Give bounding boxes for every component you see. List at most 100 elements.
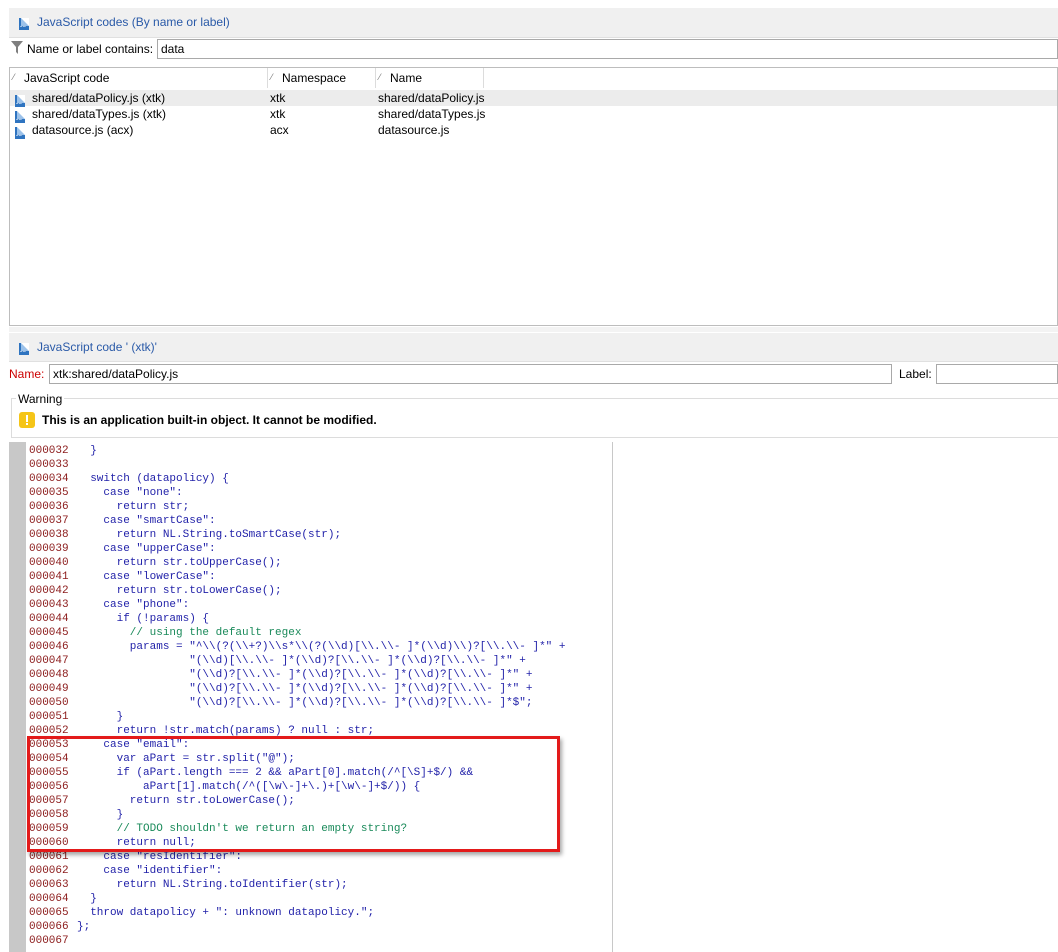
line-number: 000050: [29, 697, 69, 709]
code-line: 000048 "(\\d)?[\\.\\- ]*(\\d)?[\\.\\- ]*…: [29, 668, 532, 682]
cell-namespace: xtk: [270, 107, 286, 121]
code-line: 000066};: [29, 920, 90, 934]
code-line: 000064 }: [29, 892, 97, 906]
cell-code: shared/dataTypes.js (xtk): [32, 107, 167, 121]
code-line: 000063 return NL.String.toIdentifier(str…: [29, 878, 348, 892]
cell-name: shared/dataPolicy.js: [378, 91, 485, 105]
line-number: 000047: [29, 655, 69, 667]
sort-icon: ⁄: [271, 72, 273, 82]
cell-namespace: acx: [270, 123, 289, 137]
code-text: "(\\d)?[\\.\\- ]*(\\d)?[\\.\\- ]*(\\d)?[…: [77, 669, 533, 681]
code-line: 000034 switch (datapolicy) {: [29, 472, 229, 486]
code-line: 000042 return str.toLowerCase();: [29, 584, 282, 598]
line-number: 000067: [29, 935, 69, 947]
code-text: "(\\d)?[\\.\\- ]*(\\d)?[\\.\\- ]*(\\d)?[…: [77, 697, 533, 709]
code-text: case "lowerCase":: [77, 571, 216, 583]
results-grid: ⁄ JavaScript code ⁄ Namespace ⁄ Name JS …: [9, 67, 1058, 326]
code-line: 000040 return str.toUpperCase();: [29, 556, 282, 570]
code-text: }: [77, 445, 97, 457]
line-number: 000033: [29, 459, 69, 471]
line-number: 000039: [29, 543, 69, 555]
cell-name: shared/dataTypes.js: [378, 107, 486, 121]
line-number: 000065: [29, 907, 69, 919]
line-number: 000051: [29, 711, 69, 723]
grid-header: ⁄ JavaScript code ⁄ Namespace ⁄ Name: [10, 68, 1057, 91]
code-text: "(\\d)[\\.\\- ]*(\\d)?[\\.\\- ]*(\\d)?[\…: [77, 655, 526, 667]
code-text: if (!params) {: [77, 613, 210, 625]
code-line: 000047 "(\\d)[\\.\\- ]*(\\d)?[\\.\\- ]*(…: [29, 654, 526, 668]
code-line: 000037 case "smartCase":: [29, 514, 216, 528]
label-label: Label:: [899, 367, 932, 381]
line-number: 000063: [29, 879, 69, 891]
code-line: 000032 }: [29, 444, 97, 458]
table-row[interactable]: JS shared/dataPolicy.js (xtk) xtk shared…: [10, 90, 1057, 107]
line-number: 000048: [29, 669, 69, 681]
code-line: 000049 "(\\d)?[\\.\\- ]*(\\d)?[\\.\\- ]*…: [29, 682, 532, 696]
highlight-box: [27, 736, 560, 852]
filter-label: Name or label contains:: [27, 42, 154, 56]
js-file-icon: JS: [19, 17, 29, 30]
table-row[interactable]: JS datasource.js (acx) acx datasource.js: [10, 122, 1057, 139]
line-number: 000036: [29, 501, 69, 513]
code-text: return str.toLowerCase();: [77, 585, 282, 597]
column-header-javascript-code[interactable]: ⁄ JavaScript code: [10, 68, 268, 88]
name-input[interactable]: [49, 364, 892, 384]
code-line: 000067: [29, 934, 77, 948]
line-number: 000040: [29, 557, 69, 569]
code-line: 000045 // using the default regex: [29, 626, 301, 640]
line-number: 000066: [29, 921, 69, 933]
cell-code: shared/dataPolicy.js (xtk): [32, 91, 166, 105]
column-header-name[interactable]: ⁄ Name: [376, 68, 484, 88]
list-panel-title: JavaScript codes (By name or label): [37, 15, 230, 29]
code-text: return NL.String.toIdentifier(str);: [77, 879, 348, 891]
column-header-namespace[interactable]: ⁄ Namespace: [268, 68, 376, 88]
code-line: 000065 throw datapolicy + ": unknown dat…: [29, 906, 374, 920]
filter-icon[interactable]: [11, 41, 23, 55]
line-number: 000037: [29, 515, 69, 527]
list-panel-header: JS JavaScript codes (By name or label): [9, 8, 1058, 38]
line-number: 000041: [29, 571, 69, 583]
sort-icon: ⁄: [379, 72, 381, 82]
code-text: };: [77, 921, 91, 933]
code-line: 000035 case "none":: [29, 486, 183, 500]
code-text: return NL.String.toSmartCase(str);: [77, 529, 342, 541]
filter-input[interactable]: [157, 39, 1058, 59]
detail-panel-title: JavaScript code ' (xtk)': [37, 340, 157, 354]
line-number: 000061: [29, 851, 69, 863]
label-input[interactable]: [936, 364, 1058, 384]
line-number: 000045: [29, 627, 69, 639]
name-label: Name:: [9, 367, 45, 381]
code-line: 000062 case "identifier":: [29, 864, 222, 878]
code-text: return str.toUpperCase();: [77, 557, 282, 569]
code-editor[interactable]: 000032 } 000033 000034 switch (datapolicy)…: [9, 442, 613, 952]
code-text: // using the default regex: [77, 627, 302, 639]
code-text: case "upperCase":: [77, 543, 216, 555]
code-text: switch (datapolicy) {: [77, 473, 229, 485]
code-text: "(\\d)?[\\.\\- ]*(\\d)?[\\.\\- ]*(\\d)?[…: [77, 683, 533, 695]
code-text: }: [77, 711, 124, 723]
code-text: case "resIdentifier":: [77, 851, 243, 863]
detail-panel-header: JS JavaScript code ' (xtk)': [9, 333, 1058, 362]
warning-icon: [19, 412, 35, 428]
cell-name: datasource.js: [378, 123, 450, 137]
code-text: case "phone":: [77, 599, 190, 611]
editor-gutter: [9, 442, 26, 952]
code-line: 000039 case "upperCase":: [29, 542, 216, 556]
editor-right-pane: [613, 442, 1058, 952]
code-line: 000050 "(\\d)?[\\.\\- ]*(\\d)?[\\.\\- ]*…: [29, 696, 532, 710]
panel-splitter[interactable]: [9, 327, 1058, 332]
table-row[interactable]: JS shared/dataTypes.js (xtk) xtk shared/…: [10, 106, 1057, 123]
code-text: throw datapolicy + ": unknown datapolicy…: [77, 907, 375, 919]
code-text: case "identifier":: [77, 865, 223, 877]
code-line: 000044 if (!params) {: [29, 612, 209, 626]
line-number: 000049: [29, 683, 69, 695]
line-number: 000046: [29, 641, 69, 653]
cell-namespace: xtk: [270, 91, 286, 105]
line-number: 000032: [29, 445, 69, 457]
code-line: 000041 case "lowerCase":: [29, 570, 216, 584]
code-line: 000046 params = "^\\(?(\\+?)\\s*\\(?(\\d…: [29, 640, 565, 654]
code-line: 000038 return NL.String.toSmartCase(str)…: [29, 528, 341, 542]
filter-bar: Name or label contains:: [9, 38, 1058, 62]
js-file-icon: JS: [19, 342, 29, 355]
code-line: 000036 return str;: [29, 500, 189, 514]
